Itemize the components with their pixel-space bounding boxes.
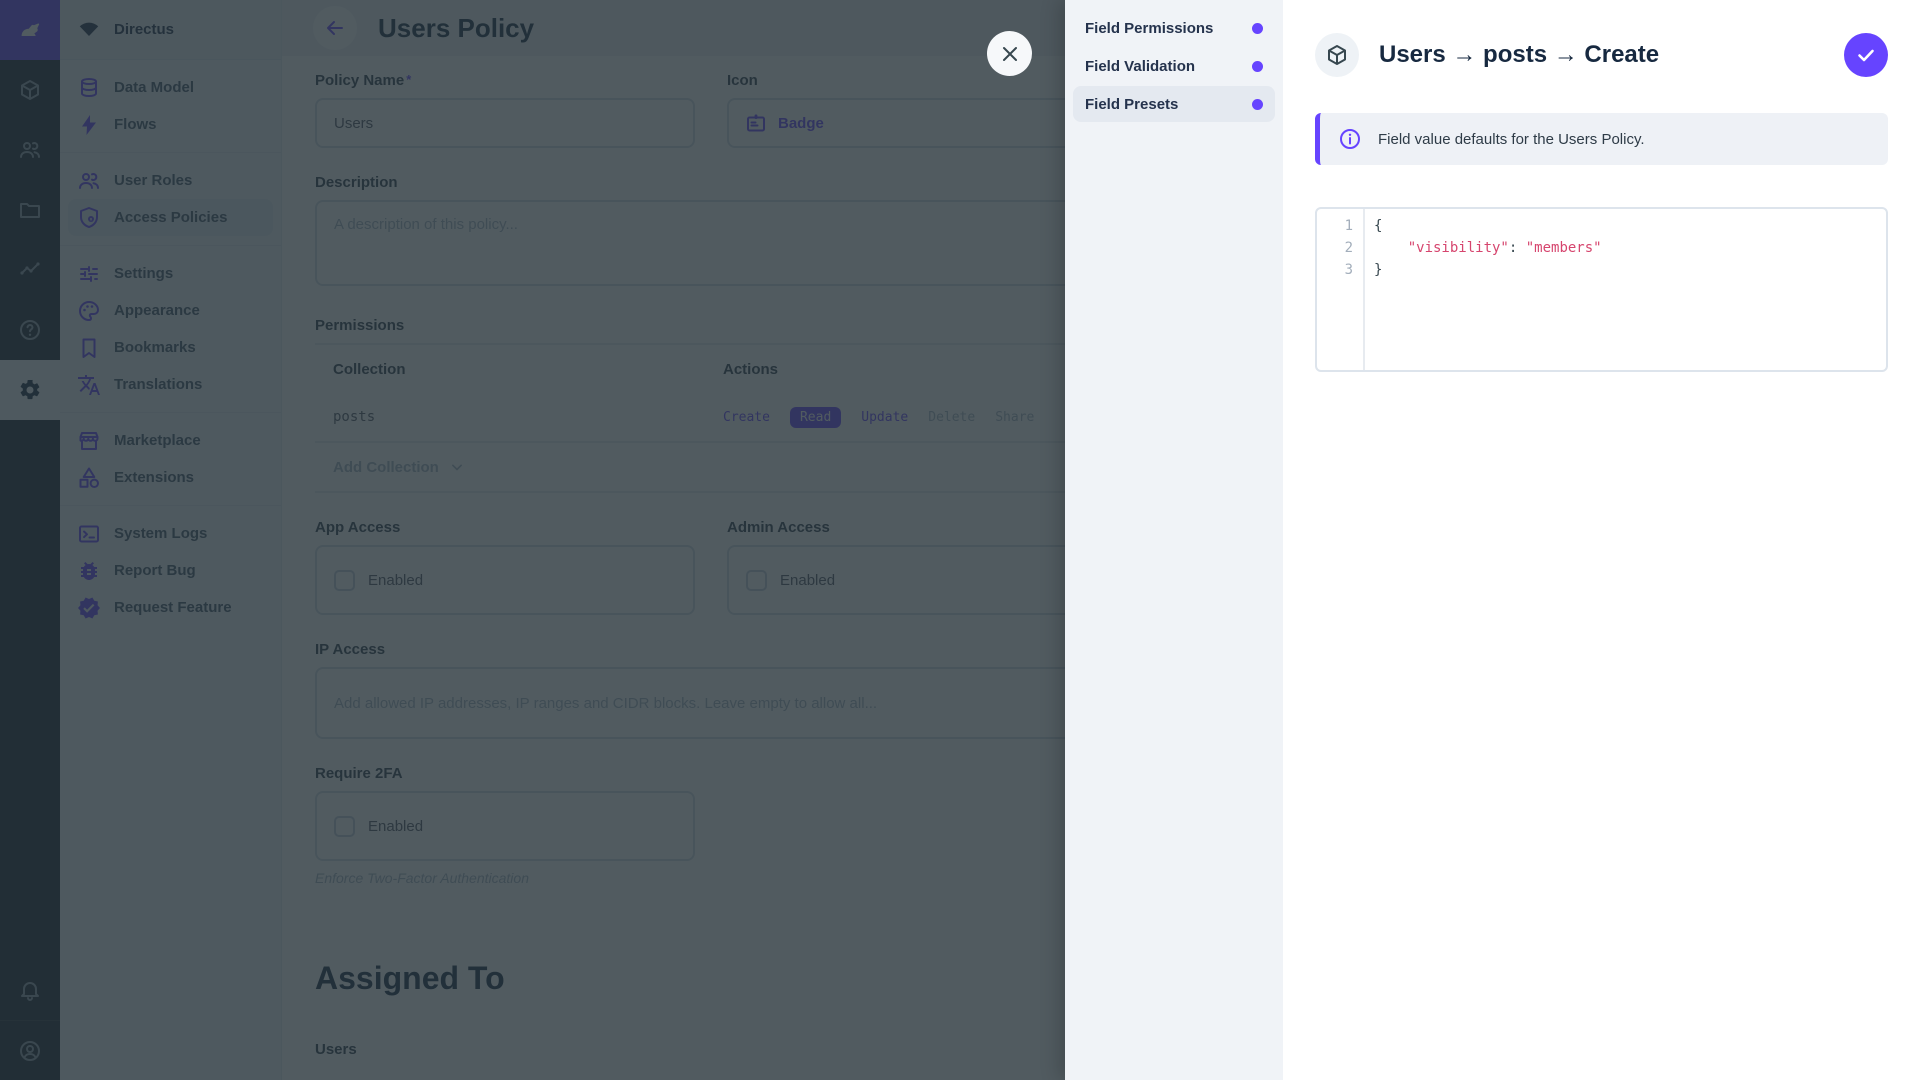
line-number: 3 bbox=[1317, 259, 1353, 281]
code-line-3: } bbox=[1374, 259, 1886, 281]
drawer-main: Users → posts → Create Field value defau… bbox=[1283, 0, 1920, 1080]
code-line-2: "visibility": "members" bbox=[1374, 237, 1886, 259]
line-number: 2 bbox=[1317, 237, 1353, 259]
menu-item-field-validation[interactable]: Field Validation bbox=[1073, 48, 1275, 84]
check-icon bbox=[1854, 43, 1878, 67]
code-line-1: { bbox=[1374, 215, 1886, 237]
value-dot-icon bbox=[1252, 23, 1263, 34]
drawer-close-button[interactable] bbox=[987, 31, 1032, 76]
close-icon bbox=[998, 42, 1022, 66]
info-notice: Field value defaults for the Users Polic… bbox=[1315, 113, 1888, 165]
notice-text: Field value defaults for the Users Polic… bbox=[1378, 131, 1645, 148]
cube-icon bbox=[1325, 43, 1349, 67]
line-number: 1 bbox=[1317, 215, 1353, 237]
json-key: "visibility" bbox=[1408, 240, 1509, 256]
json-code-editor[interactable]: 1 2 3 { "visibility": "members" } bbox=[1315, 207, 1888, 372]
drawer-overlay[interactable] bbox=[0, 0, 1065, 1080]
value-dot-icon bbox=[1252, 61, 1263, 72]
json-value: "members" bbox=[1526, 240, 1602, 256]
menu-item-field-presets[interactable]: Field Presets bbox=[1073, 86, 1275, 122]
drawer-header-avatar bbox=[1315, 33, 1359, 77]
drawer-header: Users → posts → Create bbox=[1283, 0, 1920, 77]
editor-code[interactable]: { "visibility": "members" } bbox=[1365, 209, 1886, 370]
value-dot-icon bbox=[1252, 99, 1263, 110]
breadcrumb-title: Users → posts → Create bbox=[1379, 41, 1824, 69]
info-icon bbox=[1338, 127, 1362, 151]
field-detail-drawer: Field Permissions Field Validation Field… bbox=[1065, 0, 1920, 1080]
editor-gutter: 1 2 3 bbox=[1317, 209, 1365, 370]
menu-item-field-permissions[interactable]: Field Permissions bbox=[1073, 10, 1275, 46]
save-button[interactable] bbox=[1844, 33, 1888, 77]
drawer-menu: Field Permissions Field Validation Field… bbox=[1065, 0, 1283, 1080]
